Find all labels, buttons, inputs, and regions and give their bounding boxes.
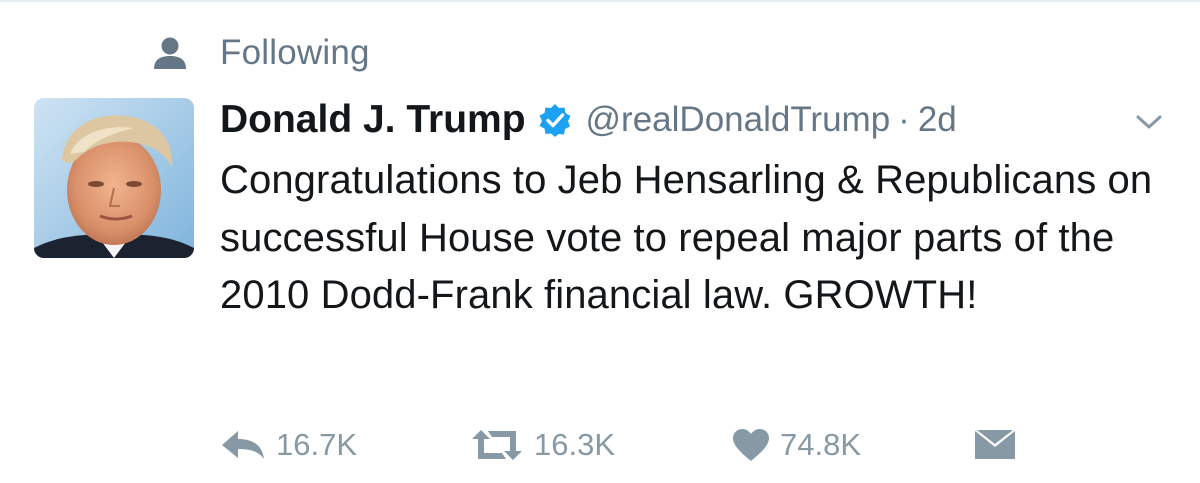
reply-count: 16.7K <box>276 427 358 462</box>
like-count: 74.8K <box>780 427 862 462</box>
following-label: Following <box>220 33 370 72</box>
tweet-header: Donald J. Trump @realDonaldTrump · 2d <box>220 94 957 146</box>
social-context: Following <box>150 30 370 76</box>
separator-dot: · <box>898 100 910 139</box>
verified-badge-icon <box>539 104 571 137</box>
like-button[interactable]: 74.8K <box>732 420 861 470</box>
direct-message-button[interactable] <box>974 420 1016 470</box>
avatar[interactable] <box>34 98 194 258</box>
heart-icon <box>733 429 769 461</box>
retweet-icon <box>472 430 522 460</box>
reply-icon <box>222 431 264 459</box>
envelope-icon <box>975 430 1015 459</box>
profile-photo <box>34 98 194 258</box>
retweet-button[interactable]: 16.3K <box>470 420 615 470</box>
user-handle[interactable]: @realDonaldTrump <box>586 100 891 140</box>
reply-button[interactable]: 16.7K <box>220 420 357 470</box>
person-icon <box>154 37 186 69</box>
retweet-count: 16.3K <box>534 427 616 462</box>
tweet-text: Congratulations to Jeb Hensarling & Repu… <box>220 158 1153 317</box>
timestamp[interactable]: 2d <box>918 100 957 140</box>
top-divider <box>0 0 1200 2</box>
display-name[interactable]: Donald J. Trump <box>220 98 526 142</box>
chevron-down-icon[interactable] <box>1134 110 1164 134</box>
